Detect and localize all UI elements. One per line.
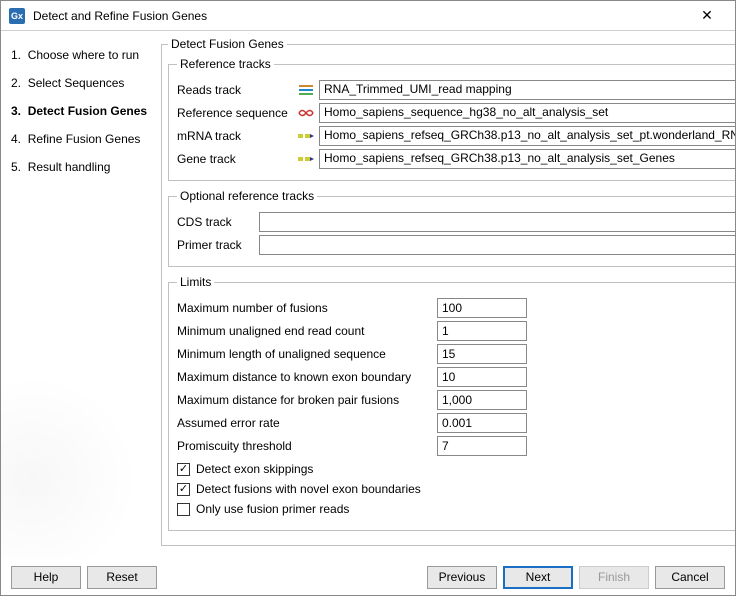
min-unaligned-len-label: Minimum length of unaligned sequence <box>177 347 437 361</box>
mrna-track-label: mRNA track <box>177 129 297 143</box>
primer-reads-checkbox[interactable]: Only use fusion primer reads <box>177 502 735 516</box>
max-exon-dist-input[interactable] <box>437 367 527 387</box>
exon-skip-checkbox[interactable]: ✓ Detect exon skippings <box>177 462 735 476</box>
main-panel: Detect Fusion Genes Reference tracks Rea… <box>159 31 735 559</box>
detect-fusion-group: Detect Fusion Genes Reference tracks Rea… <box>161 37 735 546</box>
promiscuity-label: Promiscuity threshold <box>177 439 437 453</box>
exon-skip-label: Detect exon skippings <box>196 462 313 476</box>
reads-track-field[interactable]: RNA_Trimmed_UMI_read mapping <box>319 80 735 100</box>
mrna-track-field[interactable]: Homo_sapiens_refseq_GRCh38.p13_no_alt_an… <box>319 126 735 146</box>
max-fusions-input[interactable] <box>437 298 527 318</box>
gene-track-icon <box>297 151 315 167</box>
window-title: Detect and Refine Fusion Genes <box>33 9 687 23</box>
reset-button[interactable]: Reset <box>87 566 157 589</box>
max-exon-dist-label: Maximum distance to known exon boundary <box>177 370 437 384</box>
close-button[interactable]: ✕ <box>687 2 727 30</box>
max-broken-pair-input[interactable] <box>437 390 527 410</box>
novel-exon-label: Detect fusions with novel exon boundarie… <box>196 482 421 496</box>
help-button[interactable]: Help <box>11 566 81 589</box>
checkbox-icon: ✓ <box>177 483 190 496</box>
error-rate-input[interactable] <box>437 413 527 433</box>
gene-track-field[interactable]: Homo_sapiens_refseq_GRCh38.p13_no_alt_an… <box>319 149 735 169</box>
novel-exon-checkbox[interactable]: ✓ Detect fusions with novel exon boundari… <box>177 482 735 496</box>
cds-track-field[interactable] <box>259 212 735 232</box>
app-icon: Gx <box>9 8 25 24</box>
primer-track-label: Primer track <box>177 238 259 252</box>
reference-tracks-group: Reference tracks Reads track RNA_Trimmed… <box>168 57 735 181</box>
max-fusions-label: Maximum number of fusions <box>177 301 437 315</box>
previous-button[interactable]: Previous <box>427 566 497 589</box>
min-unaligned-count-input[interactable] <box>437 321 527 341</box>
cds-track-label: CDS track <box>177 215 259 229</box>
titlebar: Gx Detect and Refine Fusion Genes ✕ <box>1 1 735 31</box>
step-result-handling[interactable]: 5. Result handling <box>7 153 153 181</box>
step-select-sequences[interactable]: 2. Select Sequences <box>7 69 153 97</box>
cancel-button[interactable]: Cancel <box>655 566 725 589</box>
limits-legend: Limits <box>177 275 214 289</box>
detect-fusion-legend: Detect Fusion Genes <box>168 37 287 51</box>
optional-tracks-legend: Optional reference tracks <box>177 189 317 203</box>
refseq-label: Reference sequence <box>177 106 297 120</box>
min-unaligned-len-input[interactable] <box>437 344 527 364</box>
finish-button: Finish <box>579 566 649 589</box>
wizard-steps: 1. Choose where to run 2. Select Sequenc… <box>1 31 159 559</box>
primer-reads-label: Only use fusion primer reads <box>196 502 349 516</box>
mrna-track-icon <box>297 128 315 144</box>
promiscuity-input[interactable] <box>437 436 527 456</box>
gene-track-label: Gene track <box>177 152 297 166</box>
refseq-field[interactable]: Homo_sapiens_sequence_hg38_no_alt_analys… <box>319 103 735 123</box>
primer-track-field[interactable] <box>259 235 735 255</box>
min-unaligned-count-label: Minimum unaligned end read count <box>177 324 437 338</box>
reference-tracks-legend: Reference tracks <box>177 57 274 71</box>
limits-group: Limits Maximum number of fusions Minimum… <box>168 275 735 531</box>
refseq-icon <box>297 105 315 121</box>
checkbox-icon <box>177 503 190 516</box>
optional-tracks-group: Optional reference tracks CDS track Prim… <box>168 189 735 267</box>
reads-track-icon <box>297 82 315 98</box>
step-choose-where[interactable]: 1. Choose where to run <box>7 41 153 69</box>
max-broken-pair-label: Maximum distance for broken pair fusions <box>177 393 437 407</box>
checkbox-icon: ✓ <box>177 463 190 476</box>
reads-track-label: Reads track <box>177 83 297 97</box>
next-button[interactable]: Next <box>503 566 573 589</box>
step-refine-fusion[interactable]: 4. Refine Fusion Genes <box>7 125 153 153</box>
step-detect-fusion[interactable]: 3. Detect Fusion Genes <box>7 97 153 125</box>
footer: Help Reset Previous Next Finish Cancel <box>1 559 735 595</box>
error-rate-label: Assumed error rate <box>177 416 437 430</box>
